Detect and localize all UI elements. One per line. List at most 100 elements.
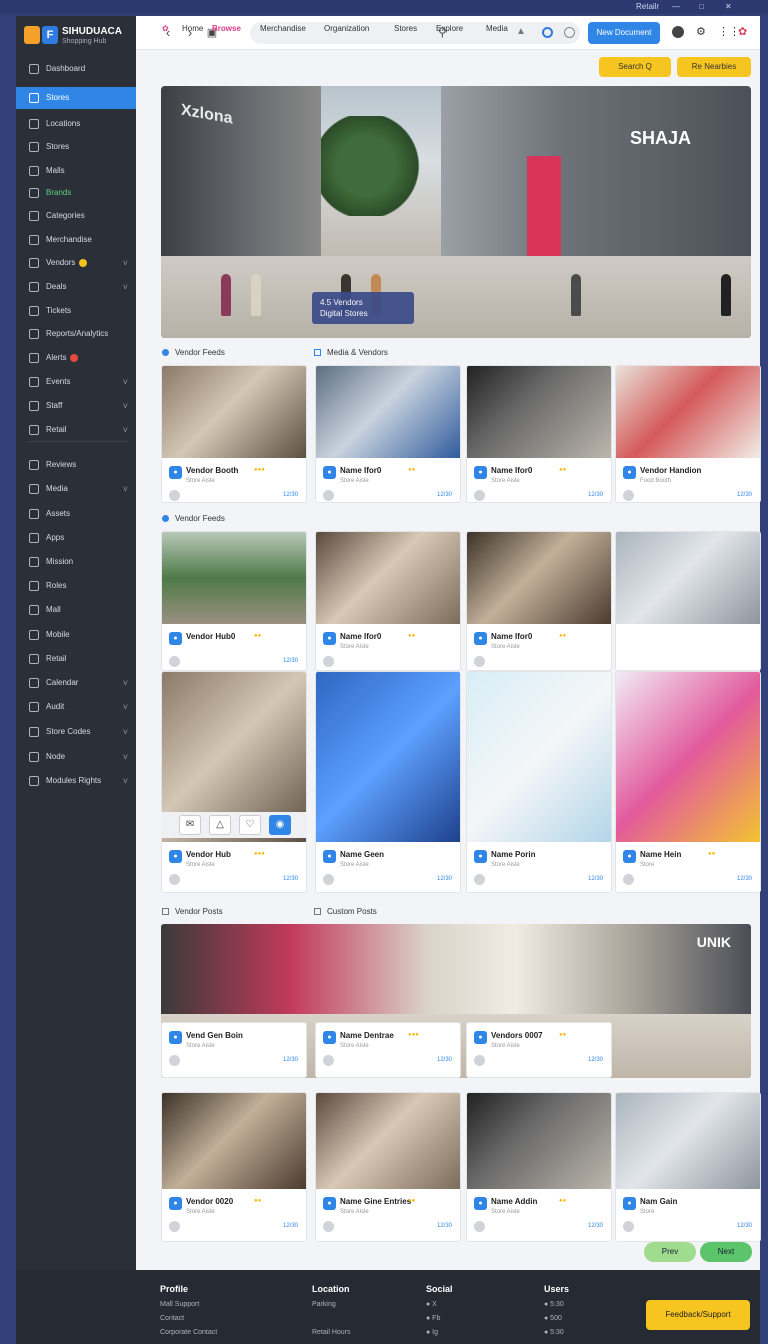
sidebar-item-events[interactable]: Events ˅ <box>16 371 136 393</box>
sidebar-item-roles[interactable]: Roles <box>16 575 136 597</box>
sidebar-item-modules-rights[interactable]: Modules Rights ˅ <box>16 770 136 792</box>
media-card[interactable]: ● Name Porin Store Aisle 12/30 <box>466 671 612 893</box>
vendor-avatar[interactable]: ● <box>169 1197 182 1210</box>
card-title[interactable]: Name Dentrae <box>340 1031 394 1040</box>
search-filter-button[interactable]: Search Q <box>599 57 671 77</box>
tab-media[interactable]: Media <box>486 24 508 33</box>
card-title[interactable]: Vendor Booth <box>186 466 238 475</box>
check-icon[interactable] <box>474 490 485 501</box>
flower-icon[interactable]: ✿ <box>738 25 747 38</box>
media-card[interactable]: ● Vendor 0020 ●● Store Aisle 12/30 <box>161 1092 307 1242</box>
chevron-down-icon[interactable]: ˅ <box>123 276 128 298</box>
media-card[interactable]: ● Nam Gain Store 12/30 <box>615 1092 761 1242</box>
check-icon[interactable] <box>169 874 180 885</box>
tab-browse[interactable]: Browse <box>212 24 241 33</box>
tab-organization[interactable]: Organization <box>324 24 369 33</box>
sidebar-item-apps[interactable]: Apps <box>16 527 136 549</box>
lock-icon[interactable]: ▲ <box>516 26 526 37</box>
nearbies-button[interactable]: Re Nearbies <box>677 57 751 77</box>
check-icon[interactable] <box>474 656 485 667</box>
media-card[interactable]: ● Vend Gen Boin Store Aisle 12/30 <box>161 1022 307 1078</box>
media-card[interactable]: ● Name Hein ●● Store 12/30 <box>615 671 761 893</box>
sidebar-item-retail[interactable]: Retail <box>16 648 136 670</box>
check-icon[interactable] <box>474 1221 485 1232</box>
chevron-down-icon[interactable]: ˅ <box>123 252 128 274</box>
footer-link[interactable]: ● 500 <box>544 1312 569 1326</box>
footer-link[interactable]: ● Fb <box>426 1312 453 1326</box>
footer-link[interactable] <box>312 1312 351 1326</box>
sidebar-item-stores[interactable]: Stores <box>16 136 136 158</box>
sidebar-item-tickets[interactable]: Tickets <box>16 300 136 322</box>
close-button[interactable]: ✕ <box>725 2 732 11</box>
prev-button[interactable]: Prev <box>644 1242 696 1262</box>
vendor-avatar[interactable]: ● <box>474 850 487 863</box>
bell-icon[interactable]: △ <box>209 815 231 835</box>
card-title[interactable]: Vendor Hub0 <box>186 632 235 641</box>
sidebar-item-store-codes[interactable]: Store Codes ˅ <box>16 721 136 743</box>
footer-link[interactable]: Contact <box>160 1312 217 1326</box>
heart-icon[interactable]: ♡ <box>239 815 261 835</box>
check-icon[interactable] <box>474 1055 485 1066</box>
vendor-avatar[interactable]: ● <box>169 1031 182 1044</box>
sidebar-item-reports-analytics[interactable]: Reports/Analytics <box>16 323 136 345</box>
check-icon[interactable] <box>323 490 334 501</box>
vendor-avatar[interactable]: ● <box>474 1031 487 1044</box>
sidebar-item-mission[interactable]: Mission <box>16 551 136 573</box>
media-card[interactable]: ● Name Geen Store Aisle 12/30 <box>315 671 461 893</box>
check-icon[interactable] <box>169 490 180 501</box>
footer-link[interactable]: Retail Hours <box>312 1326 351 1340</box>
card-title[interactable]: Vendor 0020 <box>186 1197 233 1206</box>
apps-icon[interactable]: ⋮⋮ <box>718 25 740 38</box>
settings-icon[interactable]: ⚙ <box>696 25 706 38</box>
sidebar-item-locations[interactable]: Locations <box>16 113 136 135</box>
vendor-avatar[interactable]: ● <box>474 632 487 645</box>
media-card[interactable] <box>615 531 761 671</box>
media-card[interactable]: ● Name Addin ●● Store Aisle 12/30 <box>466 1092 612 1242</box>
media-card[interactable]: ● Name Ifor0 ●● Store Aisle 12/30 <box>466 365 612 503</box>
footer-link[interactable]: ● X <box>426 1298 453 1312</box>
footer-link[interactable]: ● 5:30 <box>544 1326 569 1340</box>
vendor-avatar[interactable]: ● <box>623 466 636 479</box>
media-card[interactable]: ● Name Ifor0 ●● Store Aisle 12/30 <box>315 365 461 503</box>
check-icon[interactable] <box>623 490 634 501</box>
check-icon[interactable] <box>623 874 634 885</box>
card-title[interactable]: Vend Gen Boin <box>186 1031 243 1040</box>
chevron-down-icon[interactable]: ˅ <box>123 419 128 441</box>
chevron-down-icon[interactable]: ˅ <box>123 395 128 417</box>
check-icon[interactable] <box>623 1221 634 1232</box>
chevron-down-icon[interactable]: ˅ <box>123 746 128 768</box>
next-button[interactable]: Next <box>700 1242 752 1262</box>
sidebar-item-merchandise[interactable]: Merchandise <box>16 229 136 251</box>
check-icon[interactable] <box>169 1221 180 1232</box>
sidebar-item-stores[interactable]: Stores <box>16 87 136 109</box>
media-card[interactable]: ● Name Ifor0 ●● Store Aisle <box>466 531 612 671</box>
sidebar-item-media[interactable]: Media ˅ <box>16 478 136 500</box>
sidebar-item-vendors[interactable]: Vendors ˅ <box>16 252 136 274</box>
media-card[interactable]: ● Vendor Handion Food Booth 12/30 <box>615 365 761 503</box>
vendor-avatar[interactable]: ● <box>623 850 636 863</box>
vendor-avatar[interactable]: ● <box>474 466 487 479</box>
tab-home[interactable]: Home <box>182 24 203 33</box>
footer-link[interactable]: ● Ig <box>426 1326 453 1340</box>
card-title[interactable]: Name Ifor0 <box>491 466 532 475</box>
vendor-avatar[interactable]: ● <box>169 466 182 479</box>
sidebar-item-retail[interactable]: Retail ˅ <box>16 419 136 441</box>
check-icon[interactable] <box>474 874 485 885</box>
card-title[interactable]: Name Ifor0 <box>491 632 532 641</box>
sidebar-item-calendar[interactable]: Calendar ˅ <box>16 672 136 694</box>
sidebar-item-mobile[interactable]: Mobile <box>16 624 136 646</box>
sidebar-item-dashboard[interactable]: Dashboard <box>16 58 136 80</box>
sidebar-item-categories[interactable]: Categories <box>16 205 136 227</box>
sidebar-item-alerts[interactable]: Alerts <box>16 347 136 369</box>
sidebar-item-mall[interactable]: Mall <box>16 599 136 621</box>
chevron-down-icon[interactable]: ˅ <box>123 770 128 792</box>
footer-link[interactable]: ● 5:30 <box>544 1298 569 1312</box>
check-icon[interactable] <box>323 656 334 667</box>
media-card[interactable]: ● Vendor Hub ●●● Store Aisle 12/30 <box>161 671 307 893</box>
new-document-button[interactable]: New Document <box>588 22 660 44</box>
vendor-avatar[interactable]: ● <box>323 632 336 645</box>
media-card[interactable]: ● Name Gine Entries ●● Store Aisle 12/30 <box>315 1092 461 1242</box>
chevron-down-icon[interactable]: ˅ <box>123 672 128 694</box>
chevron-down-icon[interactable]: ˅ <box>123 696 128 718</box>
card-title[interactable]: Name Geen <box>340 850 384 859</box>
